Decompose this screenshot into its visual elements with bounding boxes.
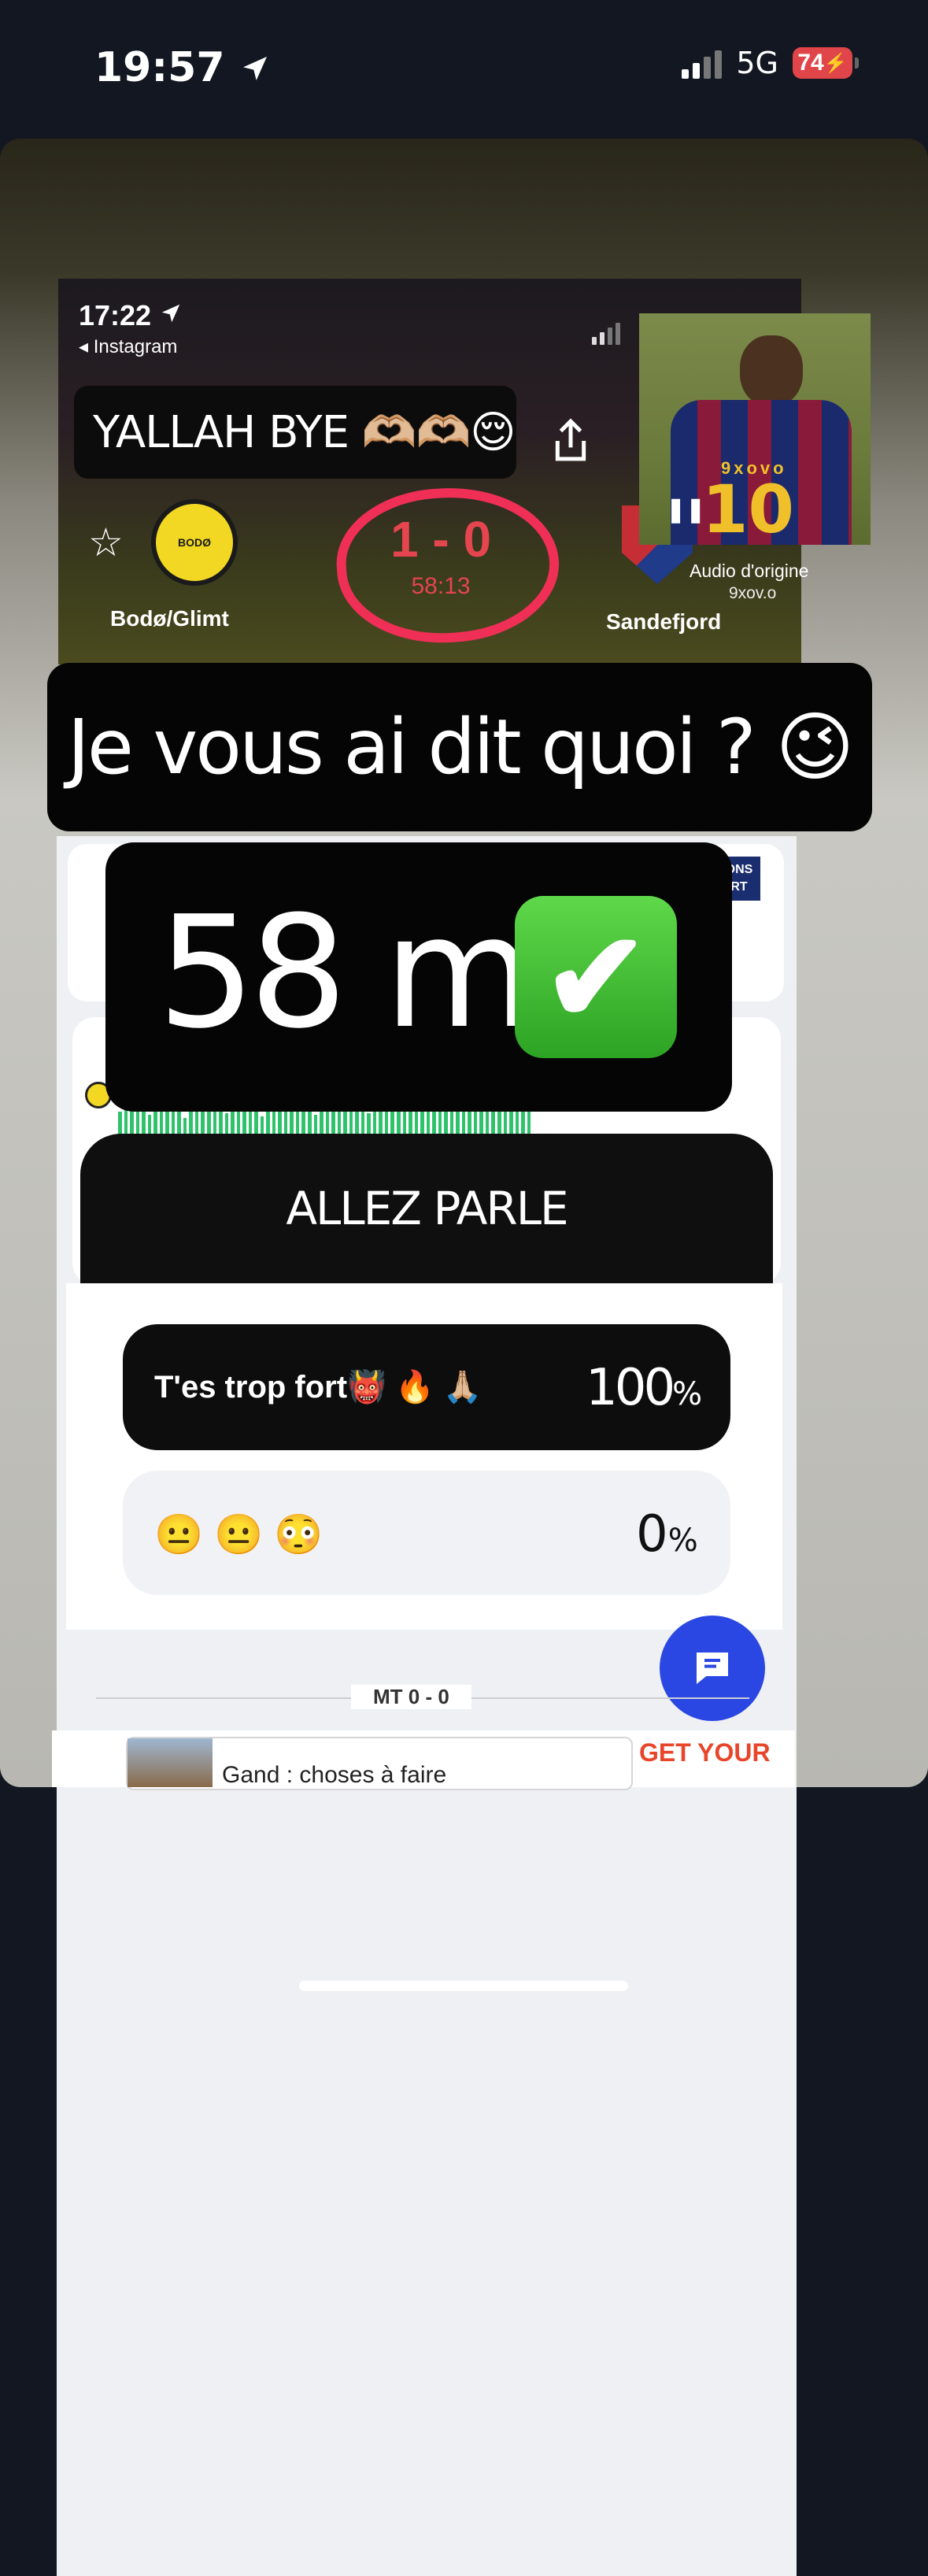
network-type: 5G xyxy=(736,46,778,80)
caption-sticker: YALLAH BYE 🫶🏼🫶🏼😌 xyxy=(74,386,516,479)
bodo-glimt-crest-icon: BODØ xyxy=(151,499,238,586)
embedded-location-icon xyxy=(161,304,180,323)
share-icon xyxy=(555,418,586,461)
player-head xyxy=(740,335,803,406)
favorite-star-icon: ☆ xyxy=(88,520,124,564)
poll-option-2-label: 😐 😐 😳 xyxy=(154,1512,324,1556)
away-team-name: Sandefjord xyxy=(606,609,722,634)
check-mark-icon: ✔ xyxy=(515,896,677,1058)
momentum-bar xyxy=(118,1112,122,1135)
embedded-back-link: ◂ Instagram xyxy=(79,336,178,357)
momentum-bar xyxy=(313,1115,318,1135)
home-indicator[interactable] xyxy=(299,1981,628,1991)
momentum-bar xyxy=(456,1112,460,1135)
location-arrow-icon xyxy=(242,57,267,80)
momentum-bar xyxy=(337,1110,342,1135)
poll-option-1-label: T'es trop fort👹 🔥 🙏🏼 xyxy=(154,1370,482,1405)
momentum-bar xyxy=(260,1116,264,1135)
text-sticker-question: Je vous ai dit quoi ? 😉 xyxy=(47,663,872,831)
ad-image xyxy=(128,1738,213,1787)
home-team-name: Bodø/Glimt xyxy=(110,606,229,631)
battery-icon: 74 ⚡ xyxy=(793,47,859,79)
momentum-bar xyxy=(497,1110,501,1135)
momentum-bar xyxy=(165,1108,169,1135)
chat-button[interactable] xyxy=(660,1616,765,1721)
momentum-bar xyxy=(426,1108,431,1135)
chat-icon xyxy=(697,1653,728,1684)
status-indicators: 5G 74 ⚡ xyxy=(682,46,859,80)
momentum-bar xyxy=(283,1112,288,1135)
momentum-bar xyxy=(206,1112,211,1135)
momentum-bar xyxy=(248,1108,253,1135)
cellular-signal-icon xyxy=(682,47,723,79)
momentum-bar xyxy=(402,1112,407,1135)
momentum-bar xyxy=(367,1113,371,1135)
half-time-label: MT 0 - 0 xyxy=(351,1685,471,1709)
ad-brand[interactable]: GET YOUR xyxy=(639,1740,771,1765)
status-time: 19:57 xyxy=(94,44,271,91)
poll-question: ALLEZ PARLE xyxy=(80,1134,773,1283)
momentum-bar xyxy=(147,1115,152,1135)
momentum-bar xyxy=(183,1118,187,1135)
momentum-bar xyxy=(224,1113,229,1135)
audio-user[interactable]: 9xov.o xyxy=(729,584,776,603)
embedded-time: 17:22 xyxy=(79,299,183,332)
audio-label[interactable]: Audio d'origine xyxy=(690,561,808,582)
jersey-number: 10 xyxy=(702,471,794,545)
pause-icon: ❚❚ xyxy=(666,497,706,523)
ad-text[interactable]: Gand : choses à faire xyxy=(222,1762,446,1789)
poll-option-2-percent: 0% xyxy=(636,1505,698,1564)
battery-level: 74 xyxy=(797,50,824,76)
embedded-signal-icon xyxy=(592,323,620,345)
poll-option-1-percent: 100% xyxy=(586,1359,702,1417)
